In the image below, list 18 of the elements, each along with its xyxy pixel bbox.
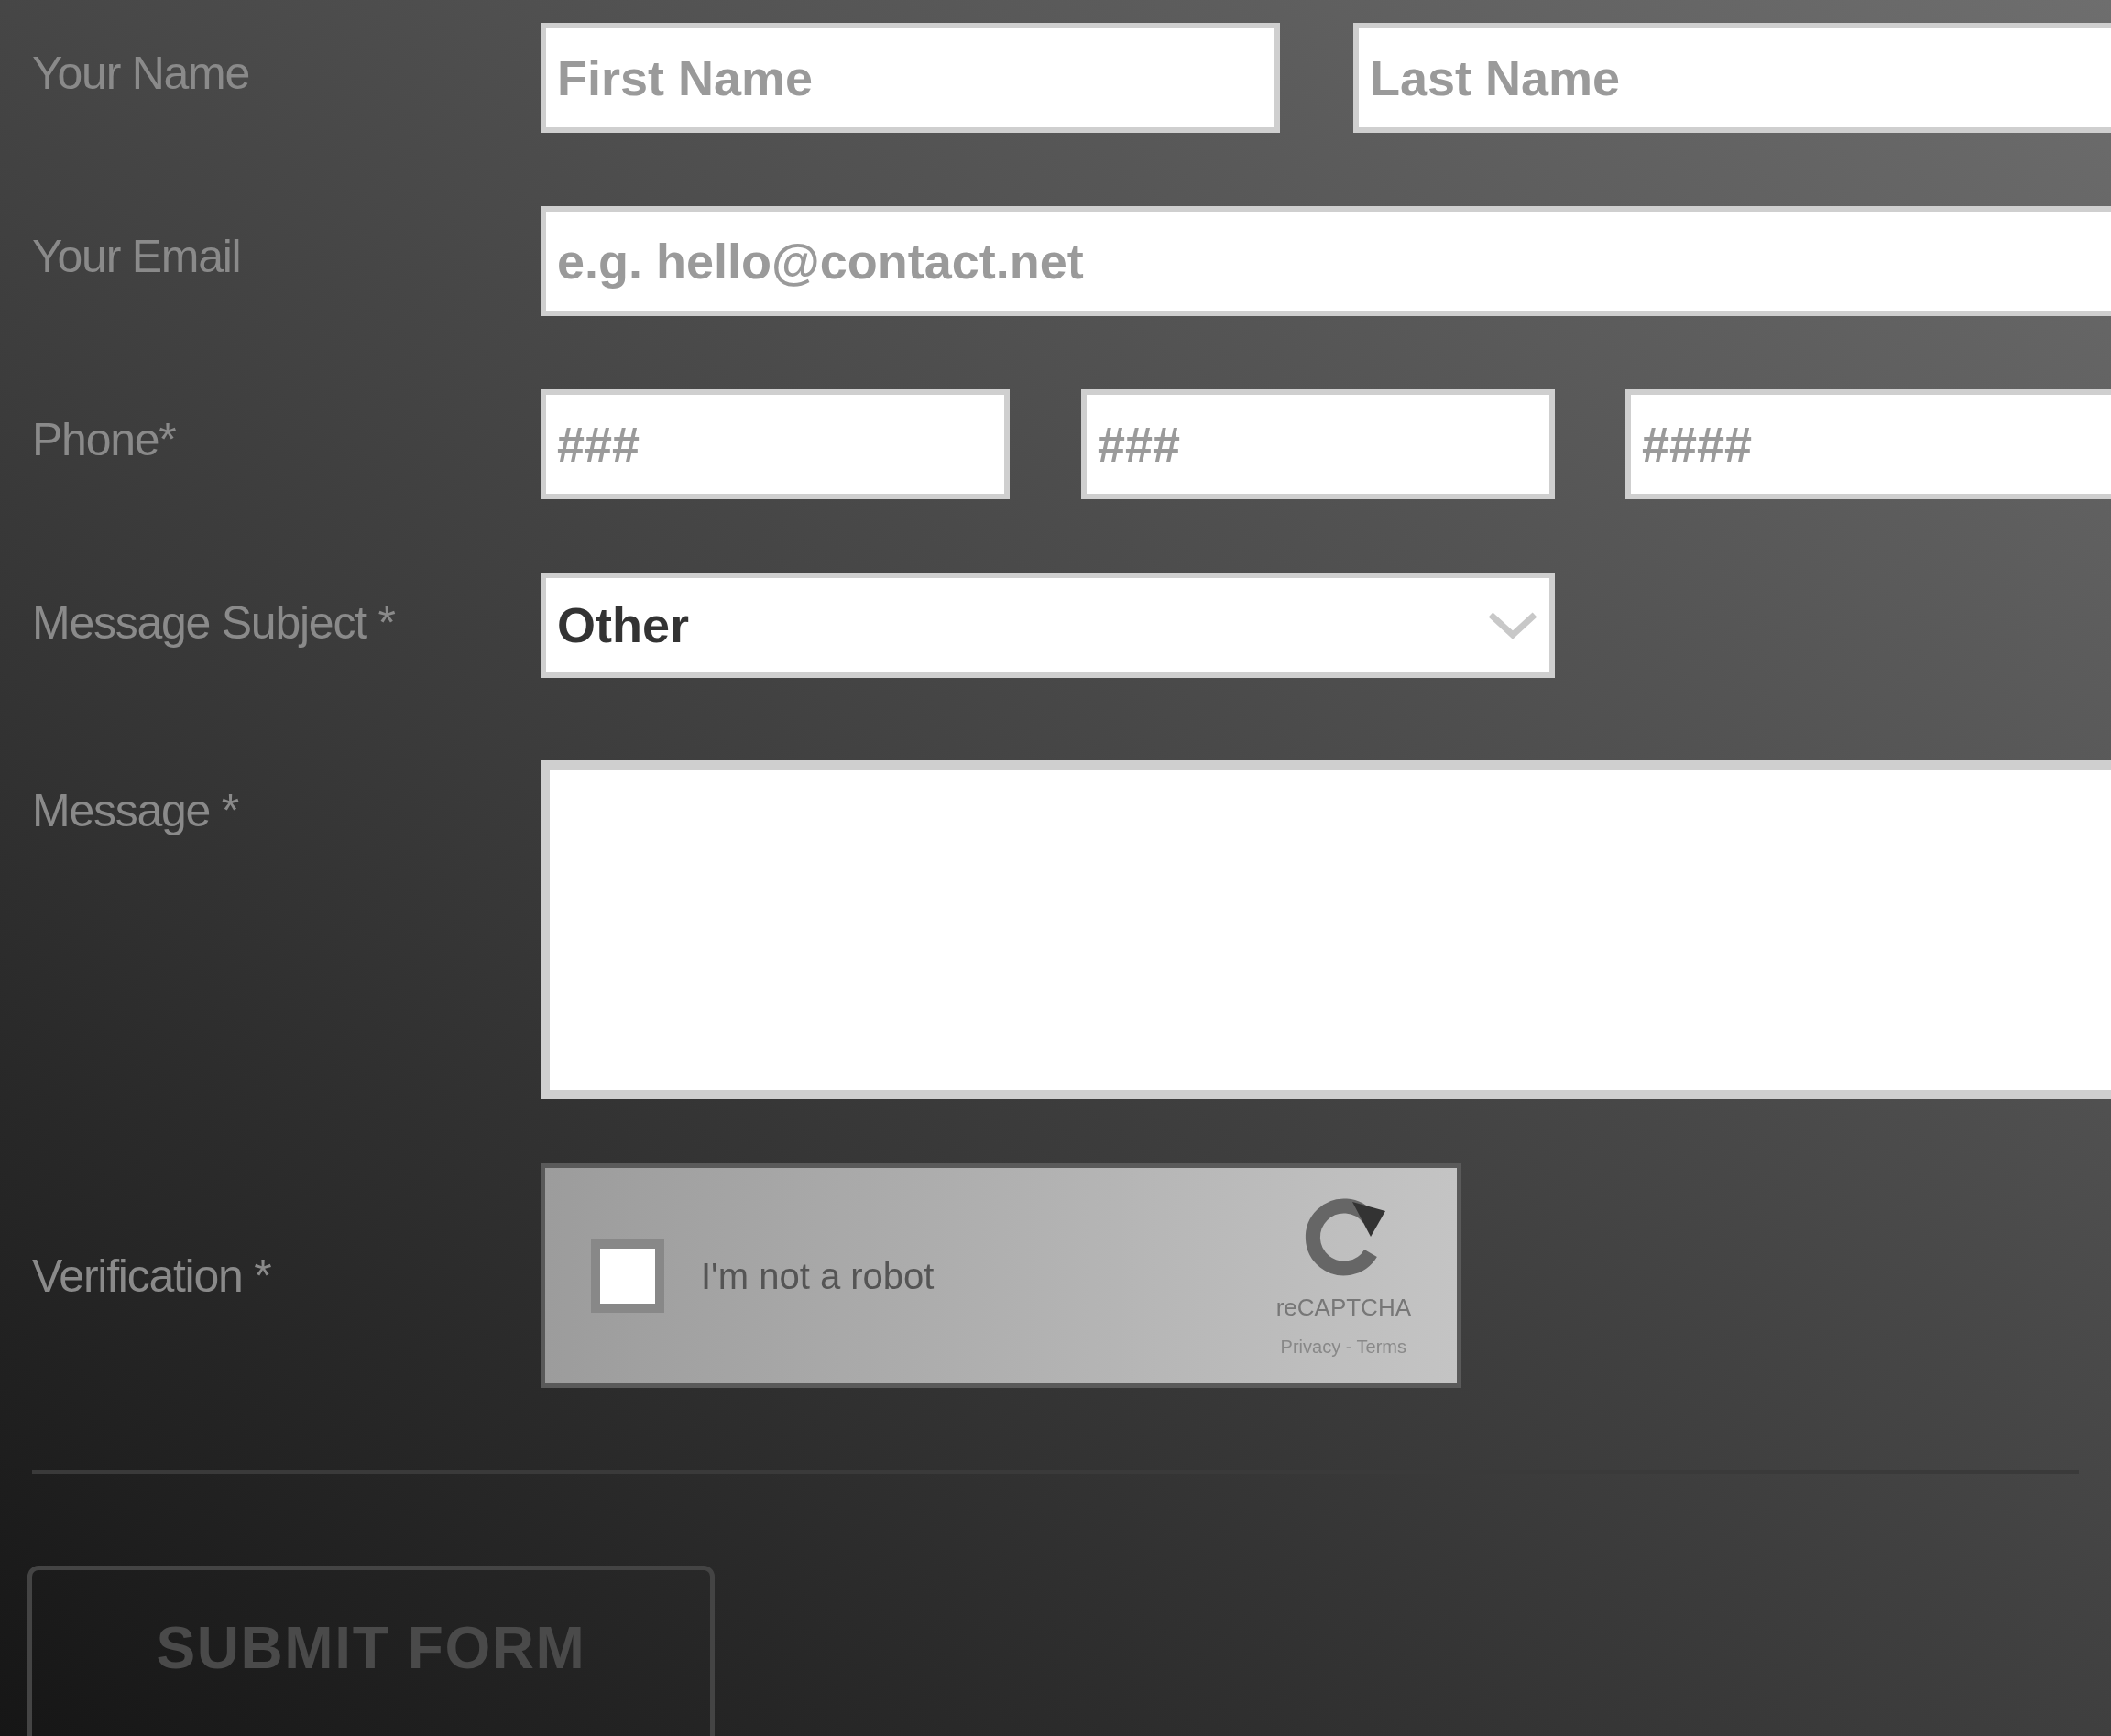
field-label: Your Email bbox=[31, 230, 241, 279]
field-label: Phone* bbox=[31, 413, 176, 463]
message-field[interactable] bbox=[541, 760, 2111, 1099]
phone-field[interactable]: ### bbox=[541, 389, 1010, 499]
captcha-label: I'm not a robot bbox=[701, 1254, 935, 1298]
email-field[interactable]: e.g. hello@contact.net bbox=[541, 206, 2111, 316]
recaptcha-brand: reCAPTCHA bbox=[1275, 1293, 1411, 1323]
subject-select[interactable]: Other bbox=[541, 573, 1555, 678]
field-label: Message * bbox=[31, 784, 238, 834]
chevron-down-icon bbox=[1487, 610, 1538, 640]
phone-field[interactable]: ### bbox=[1081, 389, 1555, 499]
field-label: Verification * bbox=[31, 1252, 271, 1299]
first-name-field[interactable]: First Name bbox=[541, 23, 1280, 133]
phone-field[interactable]: #### bbox=[1625, 389, 2111, 499]
field-label: Your Name bbox=[31, 47, 250, 96]
captcha-checkbox[interactable] bbox=[591, 1239, 664, 1313]
field-label: Message Subject * bbox=[31, 596, 395, 646]
last-name-field[interactable]: Last Name bbox=[1353, 23, 2111, 133]
